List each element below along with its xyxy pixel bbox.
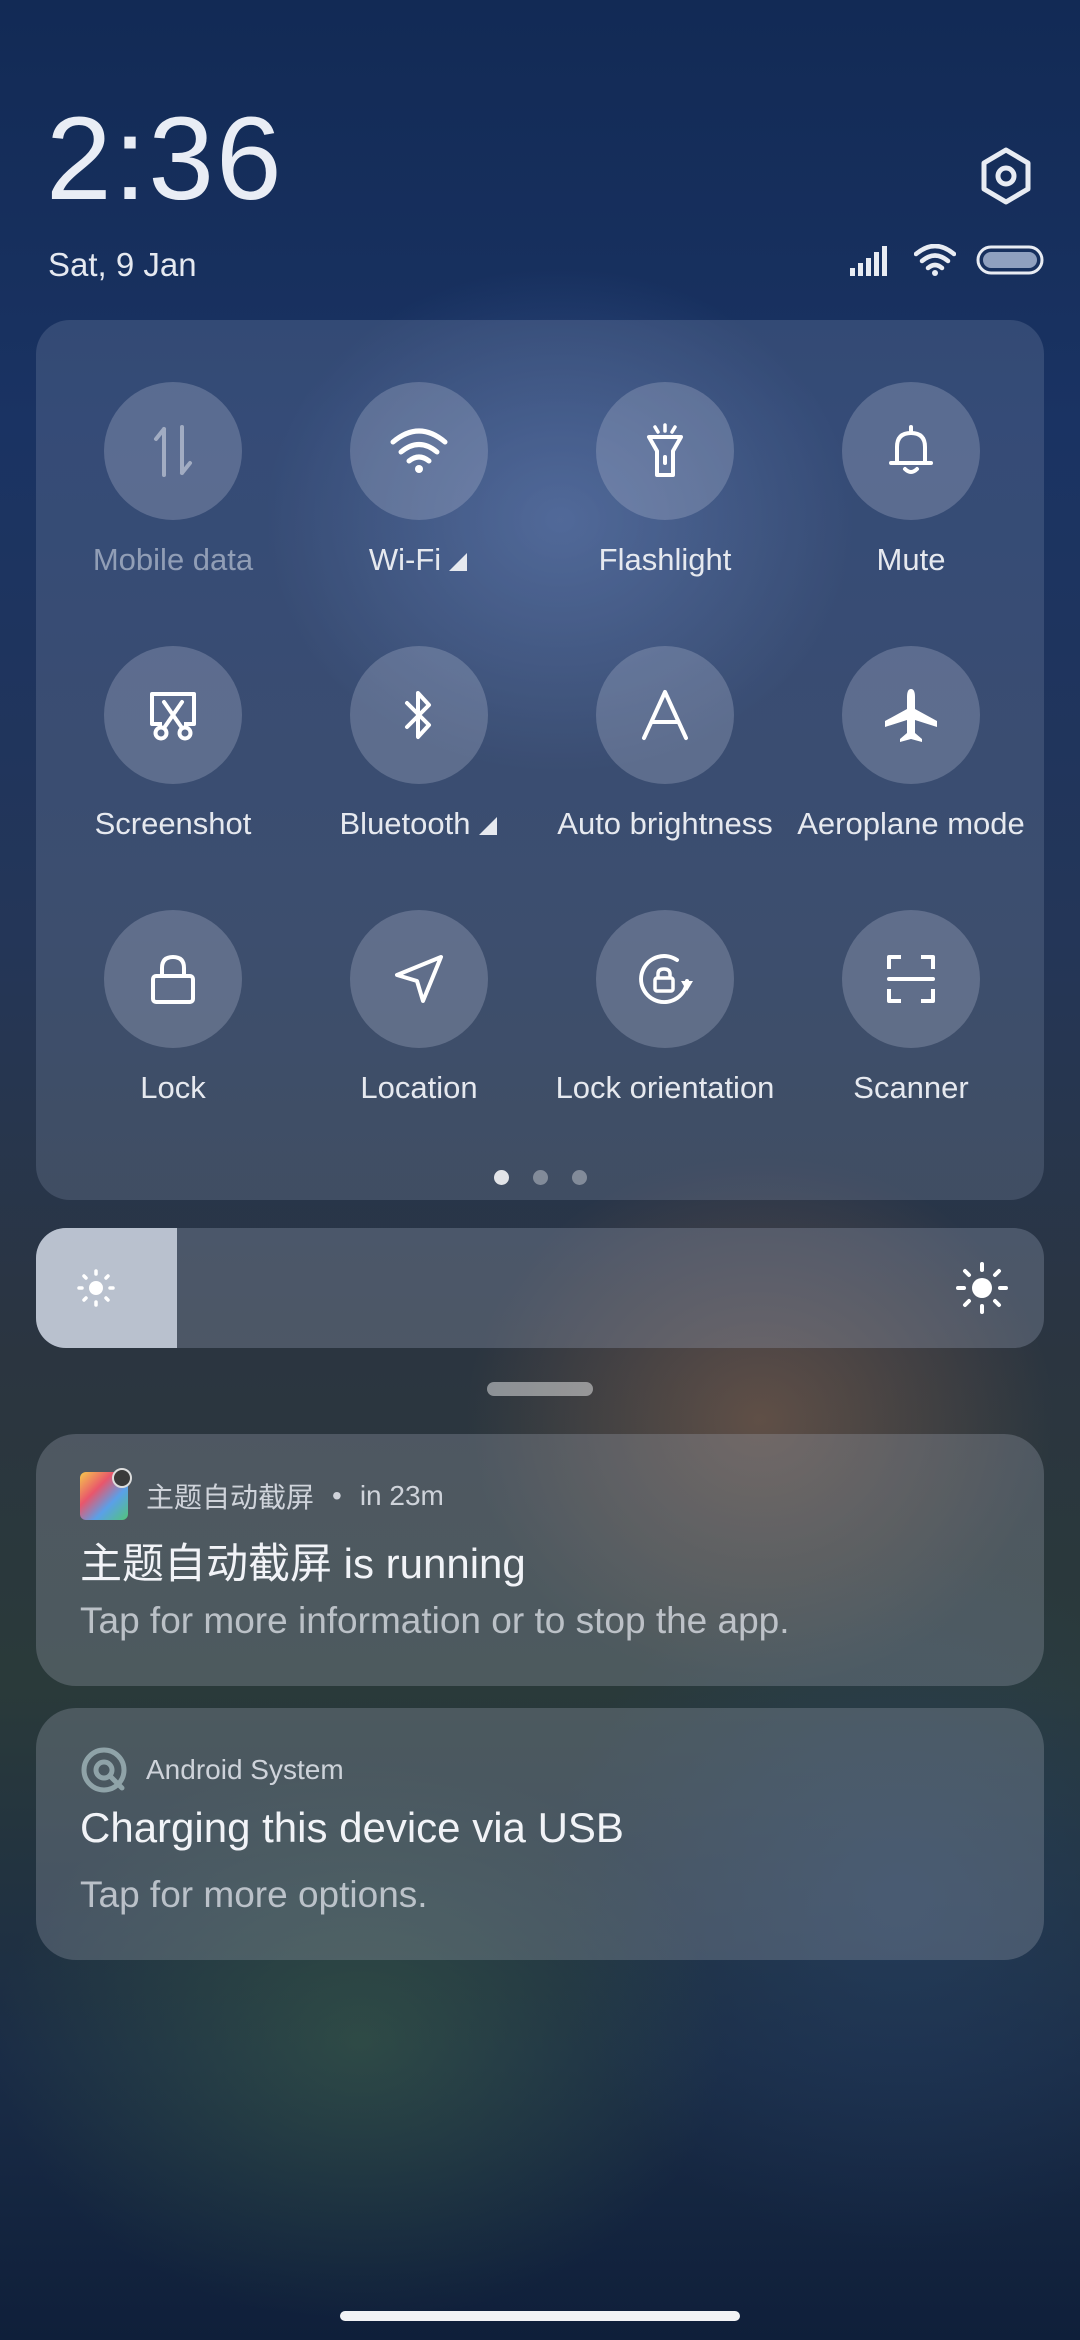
flashlight-icon bbox=[647, 423, 683, 477]
notification-time: in 23m bbox=[359, 1480, 444, 1511]
clock[interactable]: 2:36 bbox=[46, 100, 284, 218]
page-dot-3[interactable] bbox=[571, 1170, 587, 1185]
auto-brightness-icon bbox=[642, 690, 688, 740]
aeroplane-icon bbox=[885, 689, 937, 742]
brightness-low-icon bbox=[77, 1269, 115, 1307]
separator-dot: • bbox=[332, 1480, 342, 1511]
drag-handle[interactable] bbox=[487, 1382, 593, 1396]
tile-scanner[interactable]: Scanner bbox=[788, 910, 1034, 1140]
wifi-icon bbox=[390, 428, 448, 473]
lock-icon bbox=[151, 954, 195, 1004]
tile-wifi[interactable]: Wi-Fi bbox=[296, 382, 542, 612]
settings-button[interactable] bbox=[976, 146, 1036, 206]
location-arrow-icon bbox=[395, 955, 443, 1003]
wifi-status-icon bbox=[914, 244, 956, 276]
tile-aeroplane-mode[interactable]: Aeroplane mode bbox=[788, 646, 1034, 876]
tile-lock-circle[interactable] bbox=[104, 910, 242, 1048]
tile-bluetooth-circle[interactable] bbox=[350, 646, 488, 784]
tile-auto-brightness[interactable]: Auto brightness bbox=[542, 646, 788, 876]
bluetooth-icon bbox=[405, 691, 431, 739]
tile-aeroplane-mode-circle[interactable] bbox=[842, 646, 980, 784]
notification-theme-screenshot[interactable]: 主题自动截屏 • in 23m 主题自动截屏 is running Tap fo… bbox=[36, 1434, 1044, 1686]
brightness-slider[interactable] bbox=[36, 1228, 1044, 1348]
tile-flashlight-circle[interactable] bbox=[596, 382, 734, 520]
tile-lock-orientation-label: Lock orientation bbox=[555, 1070, 775, 1105]
tile-mobile-data-label: Mobile data bbox=[92, 542, 254, 577]
home-indicator[interactable] bbox=[340, 2311, 740, 2321]
page-dot-2[interactable] bbox=[532, 1170, 548, 1185]
tile-flashlight[interactable]: Flashlight bbox=[542, 382, 788, 612]
battery-icon bbox=[976, 245, 1044, 275]
notification-title: 主题自动截屏 is running bbox=[80, 1540, 526, 1587]
tile-location[interactable]: Location bbox=[296, 910, 542, 1140]
tile-bluetooth-label: Bluetooth bbox=[339, 806, 471, 841]
expand-triangle-icon bbox=[449, 552, 468, 571]
tile-mobile-data-circle[interactable] bbox=[104, 382, 242, 520]
tile-mute[interactable]: Mute bbox=[788, 382, 1034, 612]
tile-mute-circle[interactable] bbox=[842, 382, 980, 520]
tile-auto-brightness-circle[interactable] bbox=[596, 646, 734, 784]
mobile-data-icon bbox=[154, 425, 192, 477]
tile-mute-label: Mute bbox=[876, 542, 946, 577]
tile-aeroplane-mode-label: Aeroplane mode bbox=[797, 806, 1025, 841]
tile-scanner-label: Scanner bbox=[853, 1070, 969, 1105]
expand-triangle-icon bbox=[478, 816, 497, 835]
tile-bluetooth[interactable]: Bluetooth bbox=[296, 646, 542, 876]
tile-lock-orientation-circle[interactable] bbox=[596, 910, 734, 1048]
tile-wifi-circle[interactable] bbox=[350, 382, 488, 520]
settings-hexagon-icon bbox=[981, 147, 1031, 205]
page-dot-1[interactable] bbox=[493, 1170, 509, 1185]
screenshot-scissors-icon bbox=[150, 692, 196, 741]
tile-scanner-circle[interactable] bbox=[842, 910, 980, 1048]
scanner-icon bbox=[887, 955, 935, 1003]
tile-location-circle[interactable] bbox=[350, 910, 488, 1048]
notification-android-system[interactable]: Android System Charging this device via … bbox=[36, 1708, 1044, 1960]
notification-body: Tap for more information or to stop the … bbox=[80, 1600, 790, 1641]
tile-location-label: Location bbox=[360, 1070, 478, 1105]
tile-flashlight-label: Flashlight bbox=[598, 542, 732, 577]
notification-body: Tap for more options. bbox=[80, 1874, 428, 1915]
android-system-icon bbox=[81, 1747, 127, 1793]
tile-lock-label: Lock bbox=[140, 1070, 206, 1105]
notification-header: Android System bbox=[80, 1746, 344, 1794]
tile-auto-brightness-label: Auto brightness bbox=[557, 806, 773, 841]
tile-lock[interactable]: Lock bbox=[50, 910, 296, 1140]
tile-lock-orientation[interactable]: Lock orientation bbox=[542, 910, 788, 1140]
bell-icon bbox=[889, 425, 933, 474]
page-indicator bbox=[36, 1170, 1044, 1185]
tile-screenshot-circle[interactable] bbox=[104, 646, 242, 784]
notification-app-name: Android System bbox=[146, 1754, 344, 1785]
notification-title: Charging this device via USB bbox=[80, 1804, 624, 1851]
tile-mobile-data[interactable]: Mobile data bbox=[50, 382, 296, 612]
tile-screenshot-label: Screenshot bbox=[94, 806, 252, 841]
signal-icon bbox=[850, 246, 887, 276]
brightness-high-icon bbox=[956, 1262, 1008, 1314]
status-bar-icons bbox=[850, 244, 1044, 276]
date[interactable]: Sat, 9 Jan bbox=[48, 246, 197, 284]
tile-screenshot[interactable]: Screenshot bbox=[50, 646, 296, 876]
theme-app-icon bbox=[80, 1468, 132, 1520]
rotation-lock-icon bbox=[639, 954, 693, 1005]
quick-settings-panel: Mobile data Wi-Fi Flashlight Mute Screen… bbox=[36, 320, 1044, 1200]
tile-wifi-label: Wi-Fi bbox=[368, 542, 442, 577]
notification-header: 主题自动截屏 • in 23m bbox=[80, 1468, 444, 1520]
notification-app-name: 主题自动截屏 bbox=[146, 1482, 315, 1513]
